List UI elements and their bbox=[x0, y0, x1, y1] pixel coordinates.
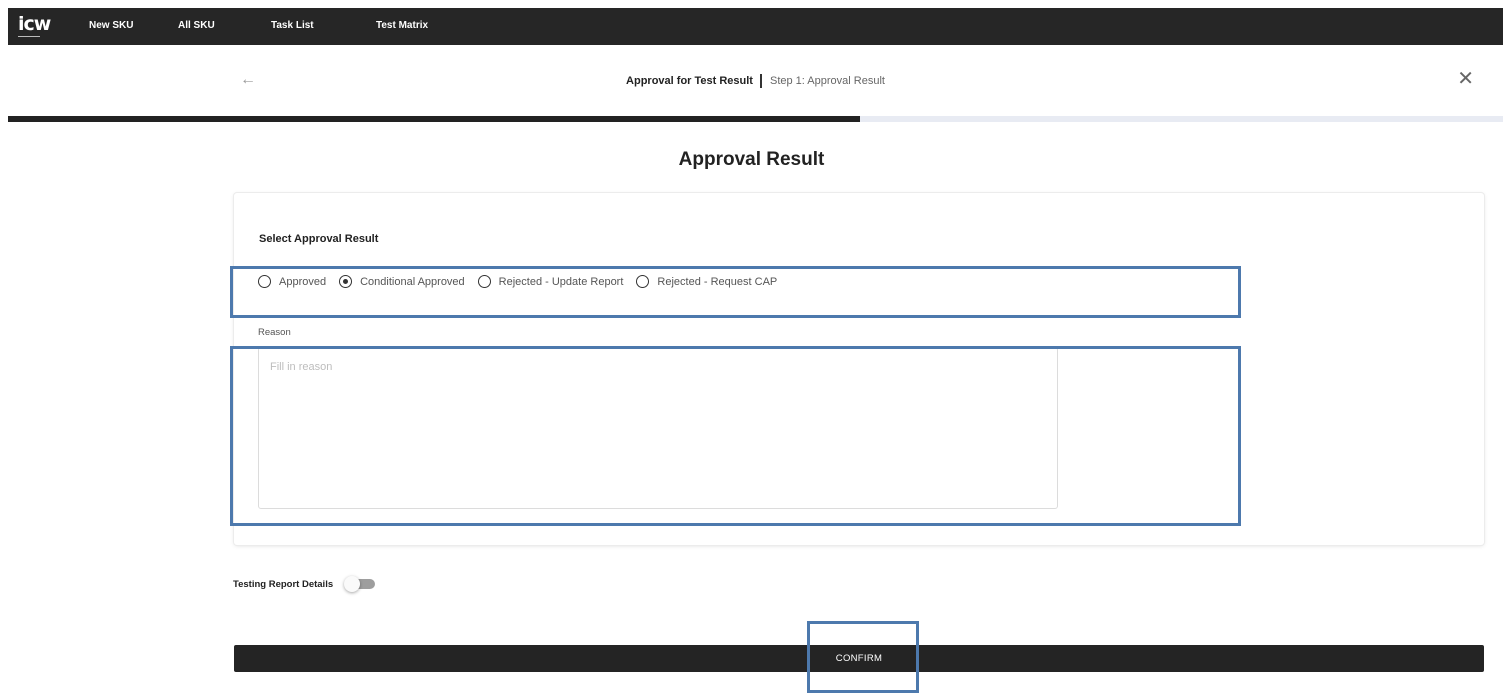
top-nav-bar: icw New SKU All SKU Task List Test Matri… bbox=[8, 8, 1503, 45]
radio-label: Rejected - Update Report bbox=[498, 275, 624, 288]
testing-report-details-label: Testing Report Details bbox=[233, 578, 334, 590]
step-header: ← Approval for Test Result Step 1: Approv… bbox=[8, 45, 1503, 116]
confirm-button[interactable]: CONFIRM bbox=[234, 645, 1484, 672]
radio-label: Approved bbox=[279, 275, 327, 288]
radio-rejected-update-report[interactable]: Rejected - Update Report bbox=[477, 275, 624, 288]
radio-circle-icon[interactable] bbox=[258, 275, 271, 288]
approval-radio-group: Approved Conditional Approved Rejected -… bbox=[258, 275, 790, 288]
step-title: Approval for Test Result bbox=[626, 74, 753, 87]
toggle-knob[interactable] bbox=[344, 576, 361, 592]
icw-logo[interactable]: icw bbox=[18, 14, 58, 40]
radio-approved[interactable]: Approved bbox=[258, 275, 326, 288]
logo-tagline-line bbox=[18, 36, 40, 37]
testing-report-details-toggle[interactable] bbox=[344, 576, 376, 592]
approval-form-card: Select Approval Result Approved Conditio… bbox=[234, 193, 1484, 545]
radio-checked-icon[interactable] bbox=[339, 275, 353, 288]
radio-circle-icon[interactable] bbox=[477, 275, 491, 288]
radio-circle-icon[interactable] bbox=[636, 275, 650, 288]
nav-item-all-sku[interactable]: All SKU bbox=[178, 20, 215, 31]
title-divider bbox=[759, 74, 762, 88]
reason-textarea[interactable] bbox=[258, 347, 1058, 509]
radio-rejected-request-cap[interactable]: Rejected - Request CAP bbox=[636, 275, 777, 288]
testing-report-toggle-row: Testing Report Details bbox=[233, 576, 376, 592]
step-title-group: Approval for Test Result Step 1: Approval… bbox=[8, 74, 1503, 88]
reason-label: Reason bbox=[258, 327, 291, 338]
page-title: Approval Result bbox=[678, 149, 825, 170]
nav-item-task-list[interactable]: Task List bbox=[271, 20, 314, 31]
select-approval-label: Select Approval Result bbox=[259, 233, 379, 245]
logo-text: icw bbox=[18, 13, 51, 35]
radio-label: Rejected - Request CAP bbox=[657, 275, 778, 288]
step-progress-fill bbox=[8, 116, 861, 122]
radio-conditional-approved[interactable]: Conditional Approved bbox=[339, 275, 465, 288]
close-icon[interactable]: ✕ bbox=[1457, 69, 1474, 89]
radio-label: Conditional Approved bbox=[360, 275, 465, 288]
nav-item-new-sku[interactable]: New SKU bbox=[89, 20, 133, 31]
step-subtitle: Step 1: Approval Result bbox=[769, 74, 885, 87]
step-progress-bar bbox=[8, 116, 1503, 122]
nav-item-test-matrix[interactable]: Test Matrix bbox=[376, 20, 428, 31]
